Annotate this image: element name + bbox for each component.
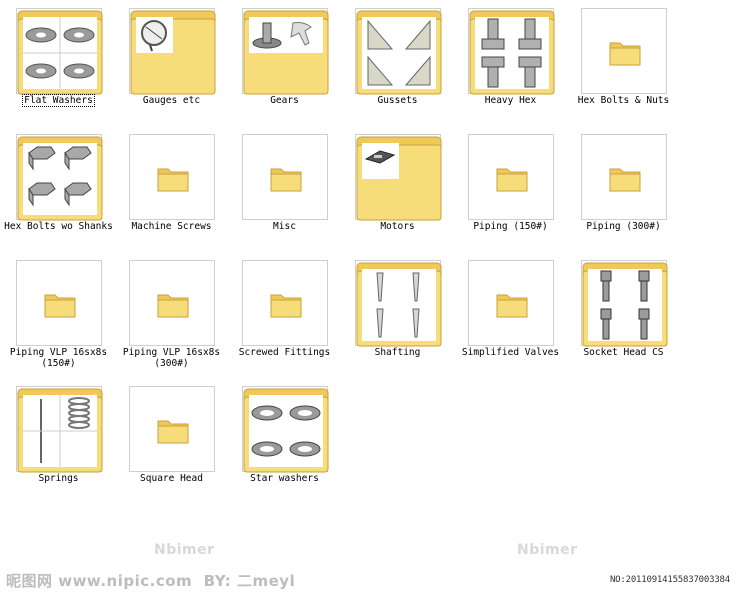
folder-item-piping-150[interactable]: Piping (150#) [454,129,567,255]
watermark-site: 昵图网 www.nipic.com BY: 二meyl [6,572,296,590]
folder-item-square-head[interactable]: Square Head [115,381,228,507]
hex-bolts-preview-icon [16,134,103,221]
folder-item-star-washers[interactable]: Star washers [228,381,341,507]
folder-item-hex-bolts-nuts[interactable]: Hex Bolts & Nuts [567,3,680,129]
folder-item-motors[interactable]: Motors [341,129,454,255]
flat-washers-preview-icon [16,8,103,95]
folder-item-gauges-etc[interactable]: Gauges etc [115,3,228,129]
heavy-hex-preview-icon [468,8,555,95]
folder-item-misc[interactable]: Misc [228,129,341,255]
folder-label: Piping (150#) [473,221,548,232]
folder-label: Shafting [374,347,421,358]
folder-item-heavy-hex[interactable]: Heavy Hex [454,3,567,129]
shafting-preview-icon [355,260,442,347]
folder-item-socket-head-cs[interactable]: Socket Head CS [567,255,680,381]
folder-icon [242,260,328,346]
folder-label: Heavy Hex [484,95,537,106]
folder-icon [129,260,215,346]
watermark-brand: Nbimer [517,542,578,558]
watermark-number: NO:20110914155837003384 [609,575,730,585]
gauges-preview-icon [129,8,216,95]
folder-item-machine-screws[interactable]: Machine Screws [115,129,228,255]
folder-item-piping-300[interactable]: Piping (300#) [567,129,680,255]
folder-icon [129,386,215,472]
folder-label: Piping VLP 16sx8s (150#) [9,347,108,369]
folder-item-screwed-fittings[interactable]: Screwed Fittings [228,255,341,381]
folder-icon [581,8,667,94]
gears-preview-icon [242,8,329,95]
folder-label: Flat Washers [22,94,95,107]
folder-item-gears[interactable]: Gears [228,3,341,129]
file-grid: Flat Washers Gauges etc Gears Gussets He… [0,0,736,593]
socket-head-preview-icon [581,260,668,347]
folder-label: Piping (300#) [586,221,661,232]
motors-preview-icon [355,134,442,221]
folder-label: Springs [38,473,79,484]
folder-label: Gauges etc [142,95,201,106]
folder-item-gussets[interactable]: Gussets [341,3,454,129]
folder-icon [129,134,215,220]
folder-label: Socket Head CS [583,347,664,358]
folder-icon [16,260,102,346]
folder-label: Square Head [140,473,203,484]
folder-label: Gussets [377,95,418,106]
folder-label: Machine Screws [131,221,212,232]
folder-item-flat-washers[interactable]: Flat Washers [2,3,115,129]
folder-label: Gears [270,95,299,106]
folder-item-shafting[interactable]: Shafting [341,255,454,381]
gussets-preview-icon [355,8,442,95]
folder-icon [468,134,554,220]
folder-icon [242,134,328,220]
folder-label: Screwed Fittings [238,347,331,358]
springs-preview-icon [16,386,103,473]
folder-label: Misc [273,221,296,232]
folder-label: Piping VLP 16sx8s (300#) [122,347,221,369]
folder-item-simplified-valves[interactable]: Simplified Valves [454,255,567,381]
folder-label: Hex Bolts & Nuts [577,95,670,106]
folder-icon [581,134,667,220]
folder-icon [468,260,554,346]
folder-label: Motors [380,221,415,232]
folder-label: Star washers [250,473,319,484]
folder-label: Simplified Valves [461,347,560,358]
folder-label: Hex Bolts wo Shanks [4,221,113,232]
watermark-brand: Nbimer [154,542,215,558]
folder-item-hex-bolts-wo-shanks[interactable]: Hex Bolts wo Shanks [2,129,115,255]
folder-item-piping-vlp-300[interactable]: Piping VLP 16sx8s (300#) [115,255,228,381]
folder-item-piping-vlp-150[interactable]: Piping VLP 16sx8s (150#) [2,255,115,381]
folder-item-springs[interactable]: Springs [2,381,115,507]
star-washers-preview-icon [242,386,329,473]
